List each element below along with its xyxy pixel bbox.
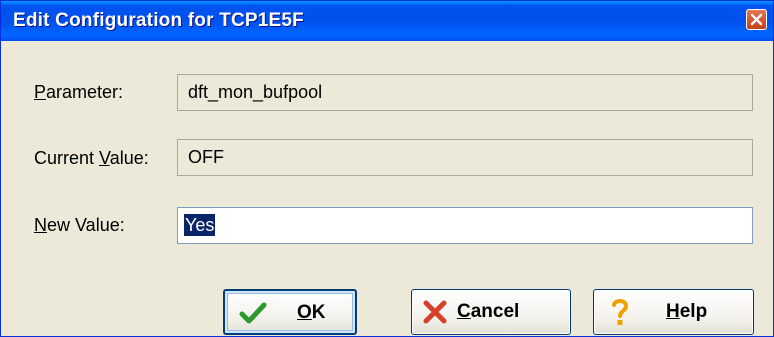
checkmark-icon — [239, 302, 267, 324]
ok-button[interactable]: OK — [223, 289, 357, 335]
parameter-field: dft_mon_bufpool — [177, 74, 753, 111]
window-title: Edit Configuration for TCP1E5F — [13, 10, 304, 31]
new-value-label: New Value: — [34, 215, 125, 235]
question-mark-icon — [612, 299, 629, 325]
new-value-label-mnemonic: N — [34, 215, 47, 235]
current-value-label: Current Value: — [34, 148, 149, 168]
dialog-window: Edit Configuration for TCP1E5F Parameter… — [0, 0, 774, 337]
new-value-text: Yes — [184, 214, 216, 236]
ok-button-label: OK — [297, 302, 326, 323]
help-button-label: Help — [666, 301, 708, 322]
parameter-label-mnemonic: P — [34, 82, 47, 102]
close-icon — [750, 13, 763, 26]
close-button[interactable] — [746, 9, 767, 30]
parameter-label: Parameter: — [34, 82, 124, 102]
new-value-input[interactable]: Yes — [177, 207, 753, 244]
cancel-button-label: Cancel — [457, 301, 520, 322]
title-bar[interactable]: Edit Configuration for TCP1E5F — [1, 1, 773, 41]
dialog-body: Parameter: dft_mon_bufpool Current Value… — [1, 41, 773, 336]
cancel-button[interactable]: Cancel — [411, 289, 571, 335]
x-cancel-icon — [423, 300, 447, 324]
current-value-label-mnemonic: V — [99, 148, 110, 168]
current-value-field: OFF — [177, 139, 753, 176]
help-button[interactable]: Help — [593, 289, 754, 335]
